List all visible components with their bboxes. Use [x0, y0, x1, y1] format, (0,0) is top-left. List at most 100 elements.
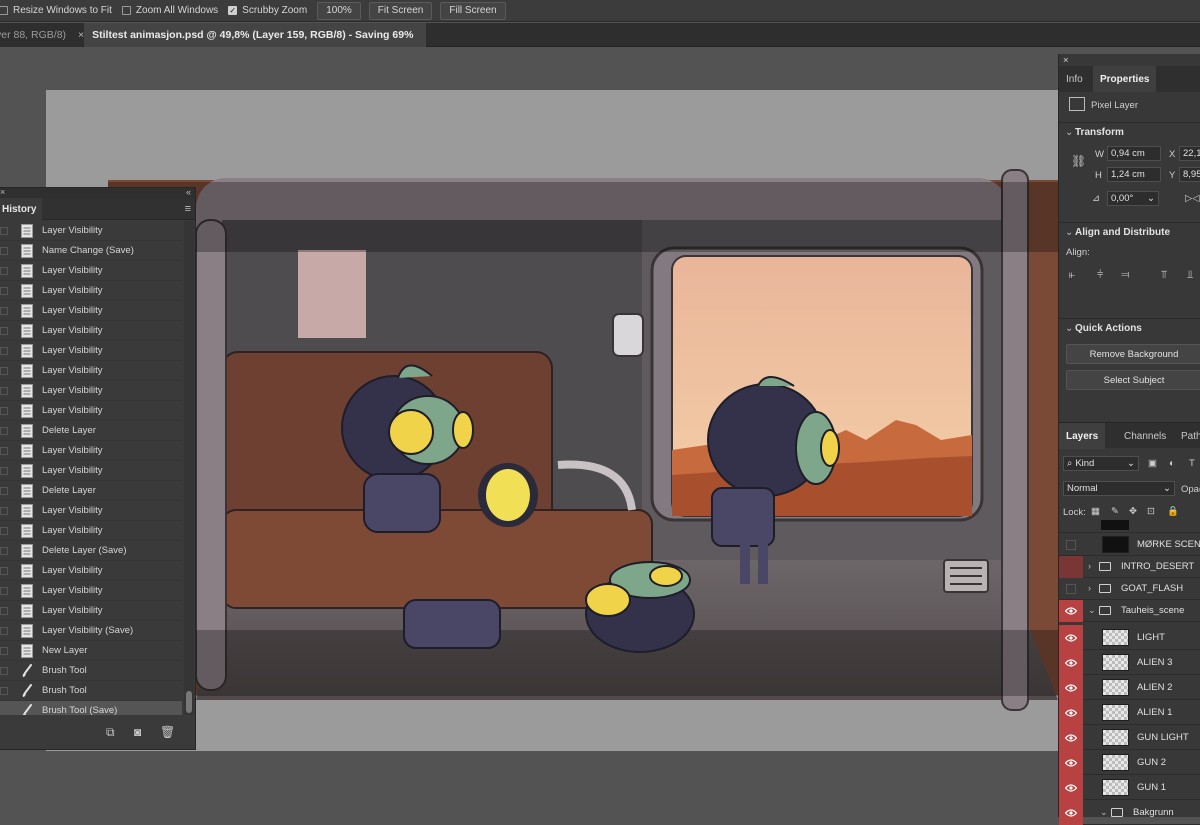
visibility-eye-icon[interactable] [1059, 800, 1083, 825]
tab-active-document[interactable]: × Stiltest animasjon.psd @ 49,8% (Layer … [78, 23, 426, 47]
select-subject-button[interactable]: Select Subject [1066, 370, 1200, 390]
chevron-right-icon[interactable]: › [1088, 561, 1091, 571]
filter-pixel-layers-icon[interactable]: ▣ [1148, 458, 1157, 469]
lock-position-icon[interactable]: ✥ [1129, 506, 1137, 517]
history-state-item[interactable]: Brush Tool [0, 681, 182, 701]
properties-close-icon[interactable]: × [1063, 55, 1069, 66]
transform-section-header[interactable]: ⌄ Transform [1065, 127, 1124, 138]
history-brush-source-checkbox[interactable] [0, 387, 8, 395]
history-collapse-icon[interactable]: « [186, 187, 191, 197]
visibility-eye-icon[interactable] [1059, 700, 1083, 725]
new-document-from-state-icon[interactable]: ⧉ [106, 725, 115, 740]
history-brush-source-checkbox[interactable] [0, 247, 8, 255]
lock-all-icon[interactable]: 🔒 [1167, 506, 1179, 517]
zoom-100-button[interactable]: 100% [317, 1, 361, 20]
history-state-item[interactable]: Layer Visibility [0, 341, 182, 361]
align-right-edges-icon[interactable]: ⫤ [1121, 269, 1129, 282]
history-state-item[interactable]: Layer Visibility [0, 581, 182, 601]
history-state-item[interactable]: Layer Visibility [0, 461, 182, 481]
layer-row[interactable]: GUN 1 [1059, 775, 1200, 800]
scrubby-zoom-option[interactable]: ✓ Scrubby Zoom [228, 5, 307, 16]
history-state-item[interactable]: Layer Visibility (Save) [0, 621, 182, 641]
layer-row[interactable]: GUN LIGHT [1059, 725, 1200, 750]
tab-previous-document[interactable]: yer 88, RGB/8) [0, 23, 82, 47]
visibility-toggle[interactable] [1059, 556, 1083, 578]
history-brush-source-checkbox[interactable] [0, 347, 8, 355]
history-brush-source-checkbox[interactable] [0, 427, 8, 435]
history-brush-source-checkbox[interactable] [0, 407, 8, 415]
history-brush-source-checkbox[interactable] [0, 527, 8, 535]
history-state-item[interactable]: Layer Visibility [0, 501, 182, 521]
visibility-eye-icon[interactable] [1059, 725, 1083, 750]
x-field[interactable]: 22,11 [1179, 146, 1200, 161]
history-brush-source-checkbox[interactable] [0, 687, 8, 695]
history-state-item[interactable]: Layer Visibility [0, 221, 182, 241]
history-brush-source-checkbox[interactable] [0, 307, 8, 315]
create-snapshot-icon[interactable]: ◙ [134, 725, 141, 739]
history-state-item[interactable]: Layer Visibility [0, 521, 182, 541]
document-canvas[interactable] [46, 90, 1058, 751]
history-panel-titlebar[interactable]: × « [0, 187, 195, 198]
visibility-eye-icon[interactable] [1059, 675, 1083, 700]
link-dimensions-icon[interactable]: ⛓ [1071, 154, 1086, 168]
quick-actions-section-header[interactable]: ⌄ Quick Actions [1065, 323, 1142, 334]
tab-info[interactable]: Info [1059, 66, 1090, 92]
history-brush-source-checkbox[interactable] [0, 587, 8, 595]
history-brush-source-checkbox[interactable] [0, 647, 8, 655]
layer-group-row[interactable]: › INTRO_DESERT [1059, 556, 1200, 578]
align-horizontal-centers-icon[interactable]: ⫩ [1097, 269, 1103, 282]
align-top-edges-icon[interactable]: ⫪ [1161, 269, 1167, 282]
scrubby-zoom-checkbox[interactable]: ✓ [228, 6, 238, 15]
history-brush-source-checkbox[interactable] [0, 367, 8, 375]
history-state-item[interactable]: Layer Visibility [0, 261, 182, 281]
visibility-eye-icon[interactable] [1059, 775, 1083, 800]
lock-image-icon[interactable]: ✎ [1111, 506, 1119, 517]
history-state-item[interactable]: Layer Visibility [0, 301, 182, 321]
history-state-item[interactable]: Layer Visibility [0, 441, 182, 461]
y-field[interactable]: 8,95 [1179, 167, 1200, 182]
lock-artboard-icon[interactable]: ⊡ [1147, 506, 1155, 517]
chevron-right-icon[interactable]: › [1088, 583, 1091, 593]
history-state-item[interactable]: Delete Layer [0, 421, 182, 441]
align-left-edges-icon[interactable]: ⫦ [1069, 269, 1075, 282]
visibility-eye-icon[interactable] [1059, 600, 1083, 622]
layer-row[interactable]: GUN 2 [1059, 750, 1200, 775]
visibility-eye-icon[interactable] [1059, 625, 1083, 650]
history-state-item[interactable]: Brush Tool (Save) [0, 701, 182, 715]
history-brush-source-checkbox[interactable] [0, 467, 8, 475]
tab-paths[interactable]: Paths [1174, 423, 1200, 449]
history-brush-source-checkbox[interactable] [0, 487, 8, 495]
layer-row[interactable]: ALIEN 2 [1059, 675, 1200, 700]
tab-close-icon[interactable]: × [78, 29, 84, 41]
resize-windows-checkbox[interactable] [0, 6, 8, 15]
history-brush-source-checkbox[interactable] [0, 547, 8, 555]
history-state-item[interactable]: Layer Visibility [0, 561, 182, 581]
layer-group-row[interactable]: ⌄ Tauheis_scene [1059, 600, 1200, 622]
layer-filter-kind[interactable]: ⌕ Kind ⌄ [1063, 456, 1139, 471]
tab-layers[interactable]: Layers [1059, 423, 1106, 449]
align-vertical-centers-icon[interactable]: ⫫ [1187, 269, 1193, 282]
layer-row[interactable]: ALIEN 3 [1059, 650, 1200, 675]
panel-menu-icon[interactable]: ≡ [185, 203, 191, 215]
history-scrollbar[interactable] [184, 221, 194, 715]
angle-field[interactable]: 0,00° ⌄ [1107, 191, 1159, 206]
chevron-down-icon[interactable]: ⌄ [1147, 193, 1155, 204]
history-state-item[interactable]: Layer Visibility [0, 601, 182, 621]
history-state-item[interactable]: Layer Visibility [0, 361, 182, 381]
history-brush-source-checkbox[interactable] [0, 507, 8, 515]
history-brush-source-checkbox[interactable] [0, 567, 8, 575]
width-field[interactable]: 0,94 cm [1107, 146, 1161, 161]
history-brush-source-checkbox[interactable] [0, 327, 8, 335]
history-state-item[interactable]: Brush Tool [0, 661, 182, 681]
history-brush-source-checkbox[interactable] [0, 447, 8, 455]
tab-channels[interactable]: Channels [1117, 423, 1173, 449]
layer-row[interactable]: MØRKE SCENER [1059, 534, 1200, 556]
chevron-down-icon[interactable]: ⌄ [1100, 807, 1108, 818]
flip-horizontal-icon[interactable]: ▷◁ [1185, 193, 1200, 204]
history-state-item[interactable]: Layer Visibility [0, 281, 182, 301]
layer-row[interactable]: LIGHT [1059, 625, 1200, 650]
filter-adjustment-layers-icon[interactable]: ◐ [1169, 458, 1175, 469]
history-brush-source-checkbox[interactable] [0, 287, 8, 295]
history-brush-source-checkbox[interactable] [0, 607, 8, 615]
history-brush-source-checkbox[interactable] [0, 707, 8, 715]
